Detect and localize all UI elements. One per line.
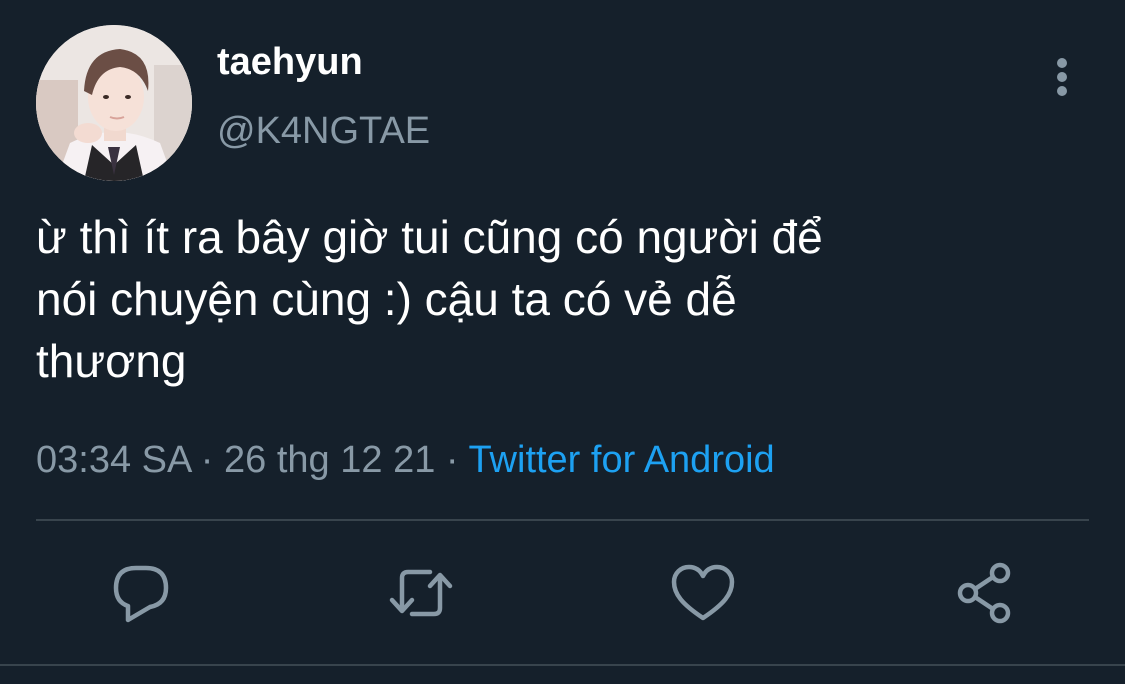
user-handle[interactable]: @K4NGTAE xyxy=(217,107,430,155)
tweet-metadata: 03:34 SA · 26 thg 12 21 · Twitter for An… xyxy=(36,434,775,486)
tweet-detail: taehyun @K4NGTAE ừ thì ít ra bây giờ tui… xyxy=(0,0,1125,684)
avatar-photo xyxy=(36,25,192,181)
display-name[interactable]: taehyun xyxy=(217,38,363,86)
meta-separator: · xyxy=(190,439,225,481)
share-icon xyxy=(957,562,1011,624)
like-button[interactable] xyxy=(668,560,738,626)
more-vertical-icon xyxy=(1057,72,1067,82)
divider xyxy=(0,664,1125,666)
share-button[interactable] xyxy=(950,560,1020,626)
retweet-icon xyxy=(389,569,453,617)
avatar[interactable] xyxy=(36,25,192,181)
heart-icon xyxy=(671,564,735,621)
tweet-source-link[interactable]: Twitter for Android xyxy=(468,439,774,481)
reply-button[interactable] xyxy=(106,560,176,626)
tweet-time[interactable]: 03:34 SA xyxy=(36,439,190,481)
divider xyxy=(36,519,1089,521)
meta-separator: · xyxy=(435,439,469,481)
retweet-button[interactable] xyxy=(386,560,456,626)
more-vertical-icon xyxy=(1057,58,1067,68)
reply-icon xyxy=(113,565,169,623)
more-vertical-icon xyxy=(1057,86,1067,96)
tweet-text: ừ thì ít ra bây giờ tui cũng có người để… xyxy=(36,211,823,387)
tweet-date[interactable]: 26 thg 12 21 xyxy=(224,439,435,481)
more-options-button[interactable] xyxy=(1042,52,1082,98)
